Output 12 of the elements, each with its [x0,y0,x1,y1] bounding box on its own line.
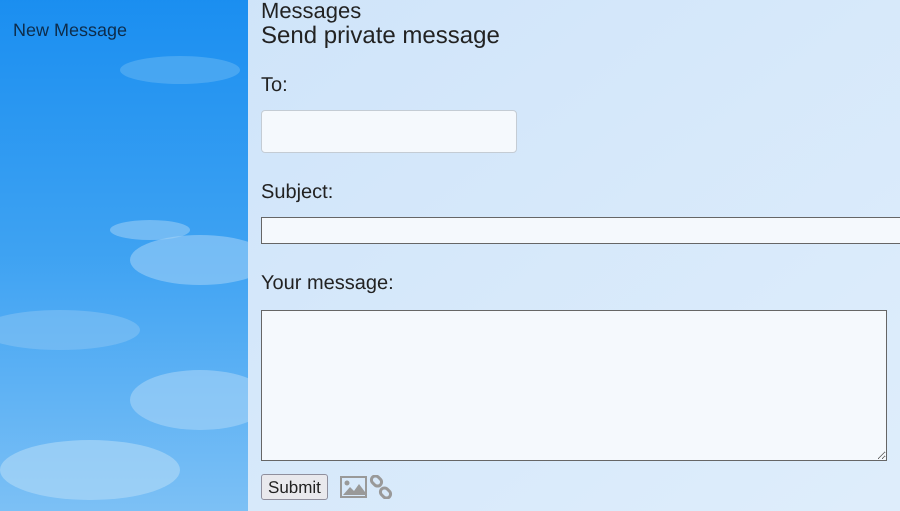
submit-button[interactable]: Submit [261,474,328,500]
field-label: To: [261,73,288,98]
image-icon[interactable] [340,476,367,498]
field-label: Your message: [261,271,394,296]
message-field[interactable] [261,310,887,461]
subject-field[interactable] [261,217,900,244]
page-title: Send private message [261,22,500,50]
to-field[interactable] [261,110,517,153]
field-label: Subject: [261,180,334,205]
section-heading: Messages [261,0,362,22]
link-icon[interactable] [368,475,393,499]
sidebar-link[interactable]: New Message [13,17,128,44]
